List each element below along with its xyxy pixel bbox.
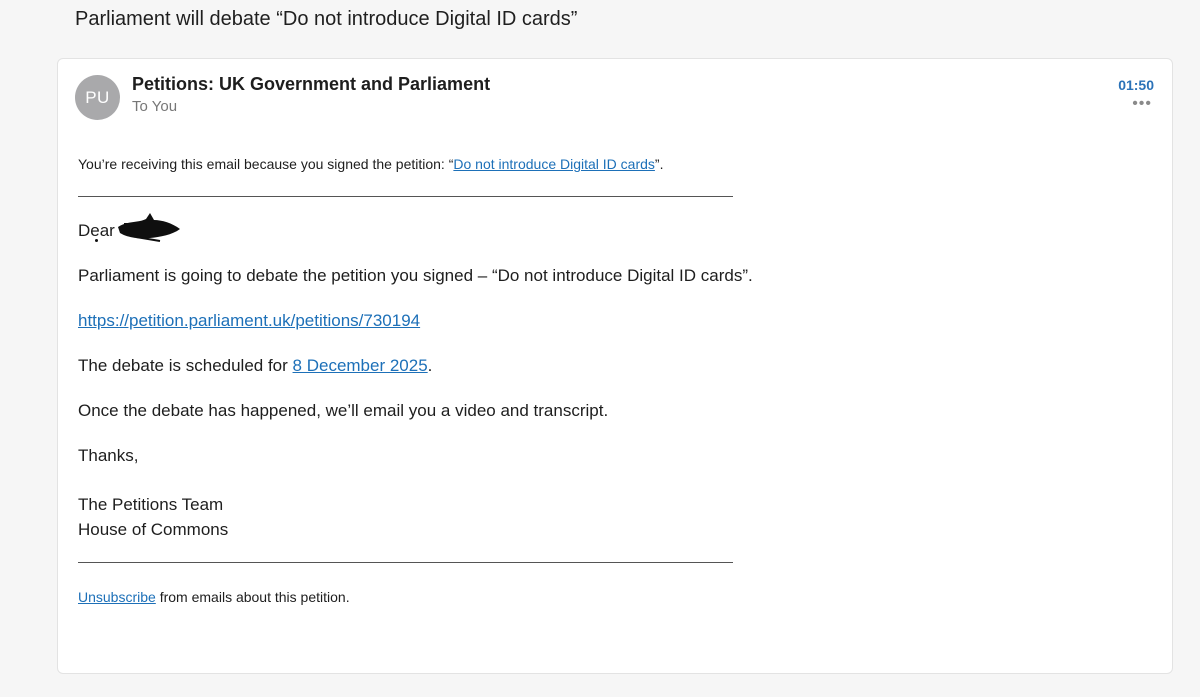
sender-avatar: PU (75, 75, 120, 120)
email-subject: Parliament will debate “Do not introduce… (75, 8, 578, 30)
followup-paragraph: Once the debate has happened, we’ll emai… (78, 401, 609, 420)
recipient-line: To You (132, 98, 178, 115)
unsubscribe-suffix: from emails about this petition. (155, 589, 350, 605)
email-card: PU Petitions: UK Government and Parliame… (57, 58, 1173, 674)
unsubscribe-footer: Unsubscribe from emails about this petit… (78, 589, 350, 605)
unsubscribe-link[interactable]: Unsubscribe (78, 589, 156, 605)
petition-url-link[interactable]: https://petition.parliament.uk/petitions… (78, 311, 420, 330)
debate-paragraph: Parliament is going to debate the petiti… (78, 266, 753, 285)
received-time: 01:50 (1118, 77, 1154, 93)
more-options-icon[interactable]: ••• (1132, 95, 1152, 113)
petition-title-link[interactable]: Do not introduce Digital ID cards (453, 156, 655, 172)
signature-house: House of Commons (78, 520, 229, 539)
signature-team: The Petitions Team (78, 495, 224, 514)
sender-name: Petitions: UK Government and Parliament (132, 74, 491, 94)
thanks-line: Thanks, (78, 446, 139, 465)
schedule-suffix: . (427, 356, 433, 375)
redacted-name-scribble (118, 213, 180, 242)
schedule-paragraph: The debate is scheduled for 8 December 2… (78, 356, 432, 376)
debate-date-link[interactable]: 8 December 2025 (293, 356, 428, 375)
signup-notice: You’re receiving this email because you … (78, 156, 663, 172)
notice-prefix: You’re receiving this email because you … (78, 156, 454, 172)
petition-url-line: https://petition.parliament.uk/petitions… (78, 311, 420, 331)
bottom-divider (78, 562, 733, 563)
schedule-prefix: The debate is scheduled for (78, 356, 293, 375)
top-divider (78, 196, 733, 197)
notice-suffix: ”. (654, 156, 664, 172)
stray-dot (95, 239, 98, 242)
greeting: Dear (78, 221, 115, 240)
